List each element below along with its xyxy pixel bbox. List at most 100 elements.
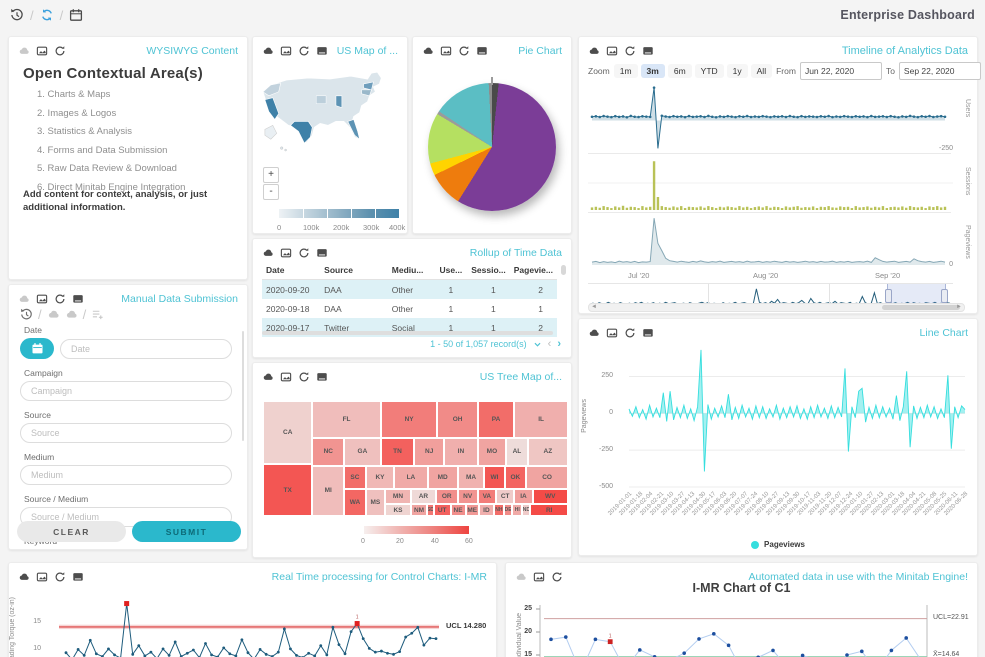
treemap-cell-hi[interactable]: HI	[512, 504, 522, 516]
column-header-sessio[interactable]: Sessio...	[467, 261, 510, 280]
treemap-cell-nm[interactable]: NM	[411, 504, 427, 516]
campaign-input[interactable]	[20, 381, 232, 401]
treemap-cell-ms[interactable]: MS	[366, 489, 385, 516]
treemap-cell-oh[interactable]: OH	[437, 401, 477, 438]
treemap-cell-ca[interactable]: CA	[263, 401, 312, 464]
refresh-icon[interactable]	[458, 45, 470, 57]
treemap-cell-la[interactable]: LA	[394, 466, 428, 489]
treemap-cell-or[interactable]: OR	[436, 489, 458, 504]
treemap-cell-nc[interactable]: NC	[312, 438, 344, 466]
image-icon[interactable]	[36, 45, 48, 57]
image-icon[interactable]	[280, 247, 292, 259]
monitor-icon[interactable]	[316, 247, 328, 259]
source-input[interactable]	[20, 423, 232, 443]
cloud-icon[interactable]	[262, 371, 274, 383]
treemap-cell-ne[interactable]: NE	[451, 504, 466, 516]
monitor-icon[interactable]	[476, 45, 488, 57]
history-icon[interactable]	[20, 308, 33, 321]
page-next-button[interactable]: ›	[557, 338, 561, 350]
treemap-cell-wa[interactable]: WA	[344, 489, 366, 516]
column-header-date[interactable]: Date	[262, 261, 320, 280]
timeline-scrollbar[interactable]: ◄ ►	[588, 303, 965, 312]
refresh-icon[interactable]	[54, 45, 66, 57]
form-scrollbar[interactable]	[242, 331, 244, 441]
scrollbar-thumb[interactable]	[882, 305, 961, 310]
zoom-option-6m[interactable]: 6m	[668, 64, 692, 78]
treemap-cell-pa[interactable]: PA	[478, 401, 515, 438]
clear-button[interactable]: CLEAR	[17, 521, 126, 542]
navigator-handle-right[interactable]	[941, 289, 948, 303]
treemap-cell-va[interactable]: VA	[478, 489, 496, 504]
monitor-icon[interactable]	[642, 45, 654, 57]
image-icon[interactable]	[440, 45, 452, 57]
treemap-cell-mn[interactable]: MN	[385, 489, 411, 504]
column-header-use[interactable]: Use...	[436, 261, 468, 280]
cloud-icon[interactable]	[18, 293, 30, 305]
map-zoom-in-button[interactable]: +	[263, 167, 279, 183]
page-prev-button[interactable]: ‹	[548, 338, 552, 350]
table-row[interactable]: 2020-09-20DAAOther112	[262, 280, 557, 300]
refresh-icon[interactable]	[298, 371, 310, 383]
pie-chart[interactable]	[428, 83, 556, 211]
from-date-input[interactable]	[800, 62, 882, 80]
sync-icon[interactable]	[40, 8, 54, 22]
date-input[interactable]	[60, 339, 232, 359]
column-header-pagevie[interactable]: Pagevie...	[510, 261, 557, 280]
treemap-cell-ga[interactable]: GA	[344, 438, 381, 466]
monitor-icon[interactable]	[72, 293, 84, 305]
monitor-icon[interactable]	[316, 371, 328, 383]
calendar-icon[interactable]	[69, 8, 83, 22]
image-icon[interactable]	[36, 293, 48, 305]
treemap-cell-wi[interactable]: WI	[484, 466, 504, 489]
column-header-mediu[interactable]: Mediu...	[388, 261, 436, 280]
treemap-cell-de[interactable]: DE	[504, 504, 512, 516]
cloud-icon[interactable]	[262, 45, 274, 57]
cloud-download-icon[interactable]	[65, 308, 78, 321]
treemap-cell-ks[interactable]: KS	[385, 504, 411, 516]
treemap-cell-wv[interactable]: WV	[533, 489, 568, 504]
zoom-option-all[interactable]: All	[751, 64, 772, 78]
cloud-upload-icon[interactable]	[47, 308, 60, 321]
treemap-cell-ky[interactable]: KY	[366, 466, 394, 489]
cloud-icon[interactable]	[18, 45, 30, 57]
image-icon[interactable]	[280, 45, 292, 57]
history-icon[interactable]	[10, 8, 24, 22]
medium-input[interactable]	[20, 465, 232, 485]
add-list-icon[interactable]	[91, 308, 104, 321]
treemap-cell-tn[interactable]: TN	[381, 438, 415, 466]
treemap-cell-tx[interactable]: TX	[263, 464, 312, 516]
chevron-down-icon[interactable]	[533, 340, 542, 349]
table-vertical-scrollbar[interactable]	[561, 265, 566, 275]
treemap-cell-nj[interactable]: NJ	[414, 438, 444, 466]
cloud-icon[interactable]	[262, 247, 274, 259]
date-picker-button[interactable]	[20, 338, 54, 359]
treemap-cell-az[interactable]: AZ	[528, 438, 568, 466]
treemap-cell-ar[interactable]: AR	[411, 489, 436, 504]
refresh-icon[interactable]	[298, 45, 310, 57]
treemap-cell-al[interactable]: AL	[506, 438, 528, 466]
refresh-icon[interactable]	[54, 293, 66, 305]
treemap-cell-in[interactable]: IN	[444, 438, 478, 466]
refresh-icon[interactable]	[624, 45, 636, 57]
treemap-cell-ut[interactable]: UT	[434, 504, 451, 516]
zoom-option-1y[interactable]: 1y	[727, 64, 748, 78]
refresh-icon[interactable]	[298, 247, 310, 259]
treemap-cell-me[interactable]: ME	[466, 504, 479, 516]
us-choropleth-map[interactable]	[257, 65, 405, 169]
submit-button[interactable]: SUBMIT	[132, 521, 241, 542]
zoom-option-1m[interactable]: 1m	[614, 64, 638, 78]
treemap-cell-co[interactable]: CO	[526, 466, 568, 489]
treemap-cell-nh[interactable]: NH	[494, 504, 504, 516]
treemap-cell-ia[interactable]: IA	[514, 489, 532, 504]
table-horizontal-scrollbar[interactable]	[262, 331, 553, 335]
image-icon[interactable]	[280, 371, 292, 383]
image-icon[interactable]	[606, 45, 618, 57]
map-zoom-out-button[interactable]: -	[263, 184, 279, 200]
treemap-cell-ny[interactable]: NY	[381, 401, 438, 438]
zoom-option-ytd[interactable]: YTD	[695, 64, 724, 78]
navigator-handle-left[interactable]	[885, 289, 892, 303]
treemap-cell-md[interactable]: MD	[428, 466, 458, 489]
legend-marker-pageviews[interactable]	[751, 541, 759, 549]
treemap-cell-sc[interactable]: SC	[344, 466, 366, 489]
treemap-cell-nd[interactable]: ND	[522, 504, 530, 516]
